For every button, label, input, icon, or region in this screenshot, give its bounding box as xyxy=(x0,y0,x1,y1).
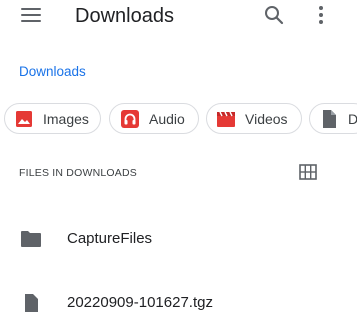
list-item[interactable]: CaptureFiles xyxy=(0,217,357,261)
chip-images-label: Images xyxy=(43,110,89,127)
audio-icon xyxy=(120,109,140,129)
chip-videos[interactable]: Videos xyxy=(206,103,302,134)
section-header: FILES IN DOWNLOADS xyxy=(19,167,137,179)
file-name: CaptureFiles xyxy=(67,230,153,247)
breadcrumb-downloads[interactable]: Downloads xyxy=(19,63,86,81)
chip-documents-label: D xyxy=(348,110,357,127)
hamburger-menu-icon[interactable] xyxy=(21,8,41,23)
chip-images[interactable]: Images xyxy=(4,103,101,134)
list-item[interactable]: 20220909-101627.tgz xyxy=(0,281,357,325)
more-vert-icon[interactable] xyxy=(312,4,330,26)
file-icon xyxy=(20,294,42,312)
search-icon[interactable] xyxy=(263,4,285,26)
chip-documents[interactable]: D xyxy=(309,103,357,134)
chip-audio-label: Audio xyxy=(149,110,185,127)
video-icon xyxy=(216,109,236,129)
file-name: 20220909-101627.tgz xyxy=(67,294,213,311)
document-icon xyxy=(319,109,339,129)
chip-audio[interactable]: Audio xyxy=(109,103,199,134)
page-title: Downloads xyxy=(75,5,174,27)
grid-view-icon[interactable] xyxy=(299,164,317,180)
image-icon xyxy=(14,109,34,129)
folder-icon xyxy=(20,230,42,248)
app-bar: Downloads xyxy=(0,0,357,32)
chip-videos-label: Videos xyxy=(245,110,288,127)
